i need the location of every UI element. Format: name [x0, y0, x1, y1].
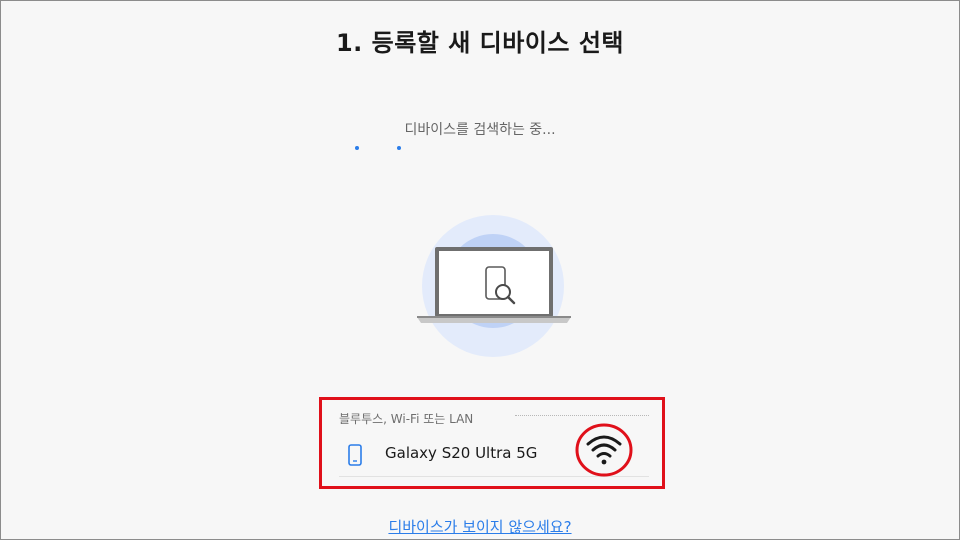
device-group-label: 블루투스, Wi-Fi 또는 LAN — [339, 412, 474, 426]
app-window: 1. 등록할 새 디바이스 선택 디바이스를 검색하는 중... 블루투스, W… — [0, 0, 960, 540]
wifi-icon — [573, 421, 635, 479]
loading-dot — [355, 146, 359, 150]
laptop-search-icon — [417, 215, 571, 357]
group-divider — [515, 415, 649, 416]
loading-dot — [397, 146, 401, 150]
loading-indicator — [353, 146, 413, 152]
page-title: 1. 등록할 새 디바이스 선택 — [335, 29, 625, 57]
phone-icon — [347, 444, 363, 466]
device-name: Galaxy S20 Ultra 5G — [385, 444, 538, 462]
device-not-found-link[interactable]: 디바이스가 보이지 않으세요? — [1, 516, 959, 537]
searching-illustration — [411, 211, 575, 361]
search-status-text: 디바이스를 검색하는 중... — [404, 122, 556, 138]
